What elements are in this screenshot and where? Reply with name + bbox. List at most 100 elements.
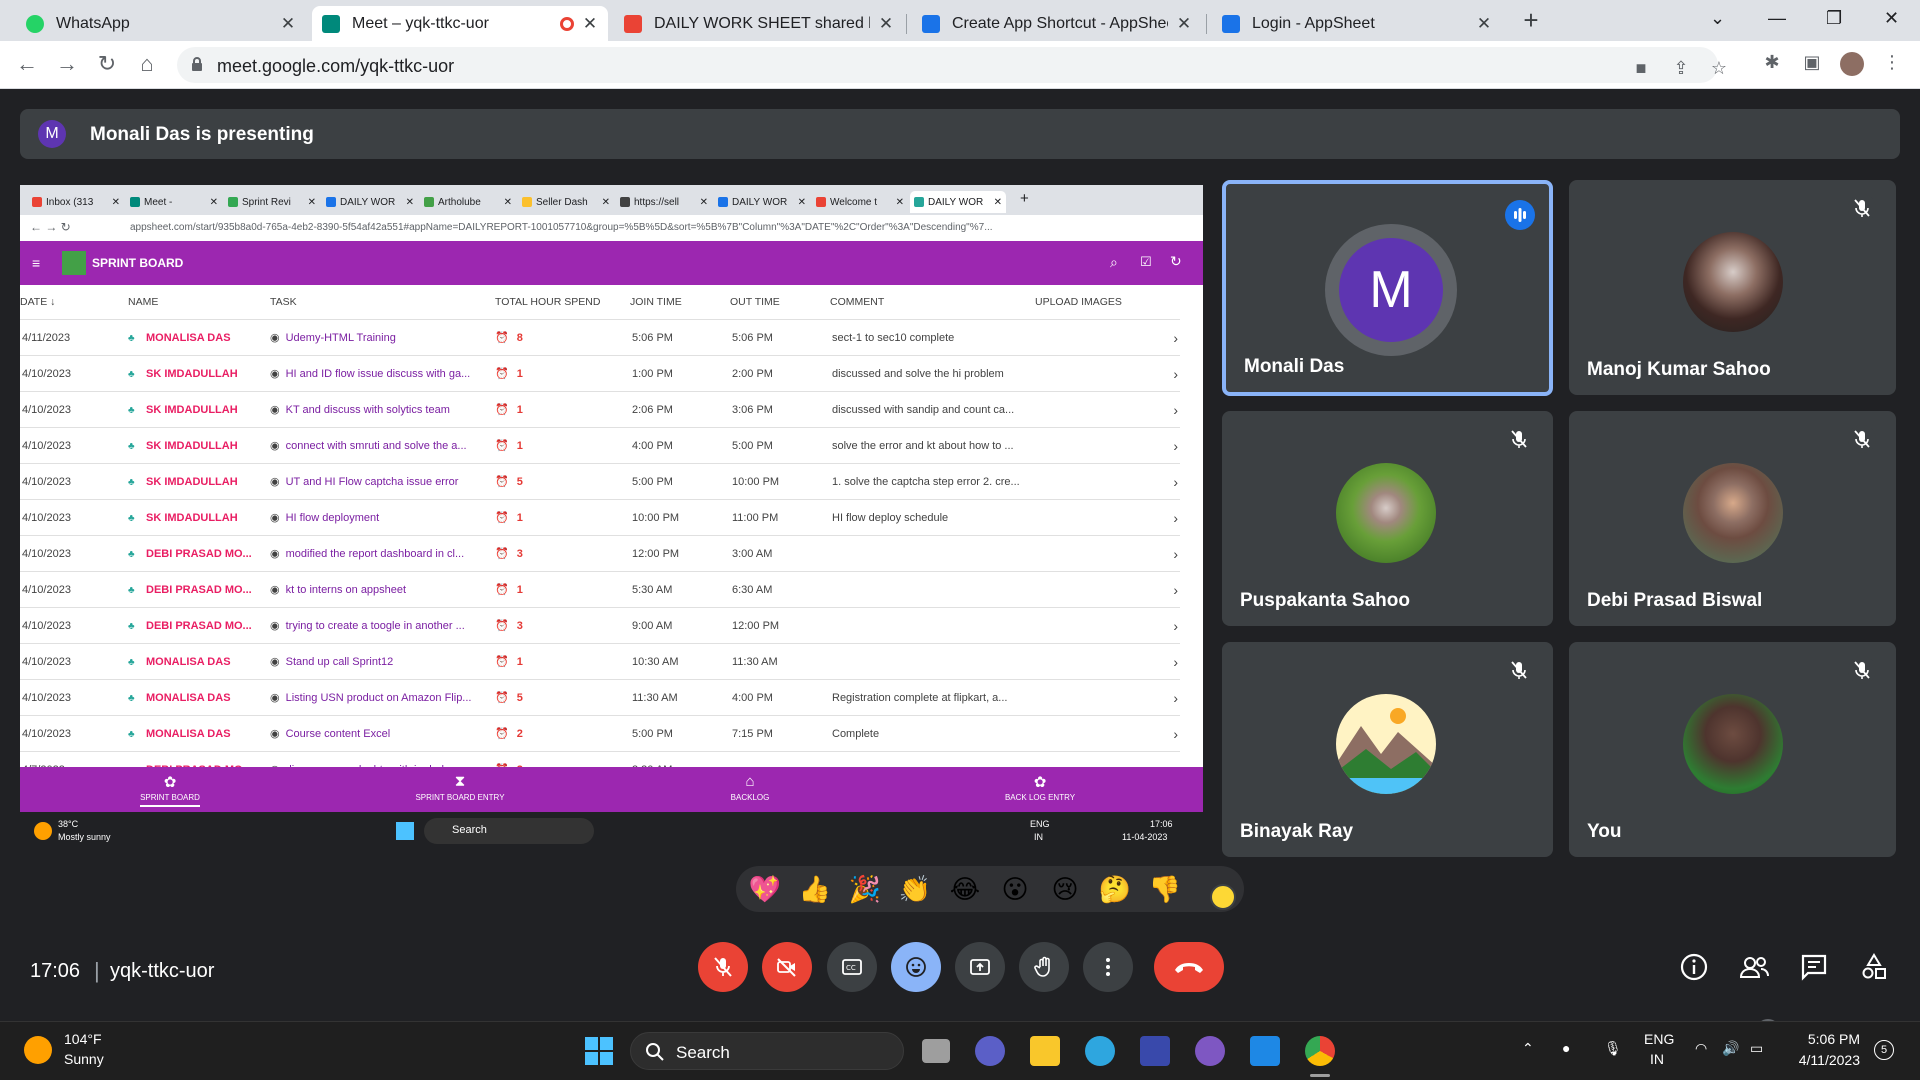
tab-whatsapp[interactable]: WhatsApp ✕: [16, 6, 306, 41]
reaction-emoji[interactable]: 👍: [798, 874, 832, 904]
reaction-emoji[interactable]: 😂: [948, 874, 982, 904]
side-panel-icon[interactable]: ▣: [1800, 52, 1824, 76]
tray-chevron-icon[interactable]: ⌃: [1522, 1040, 1534, 1057]
reload-button[interactable]: ↻: [94, 51, 120, 77]
activities-button[interactable]: [1856, 949, 1892, 985]
participant-tile-monali[interactable]: M Monali Das: [1222, 180, 1553, 396]
home-button[interactable]: ⌂: [134, 51, 160, 77]
volume-icon[interactable]: 🔊: [1722, 1040, 1739, 1057]
task-view-icon[interactable]: [922, 1039, 950, 1063]
tab-login-appsheet[interactable]: Login - AppSheet ✕: [1212, 6, 1502, 41]
app-icon[interactable]: [1140, 1036, 1170, 1066]
mic-off-icon: [1848, 656, 1876, 684]
battery-icon[interactable]: ▭: [1750, 1040, 1763, 1057]
share-icon[interactable]: ⇪: [1669, 58, 1693, 82]
leave-call-button[interactable]: [1154, 942, 1224, 992]
reaction-emoji[interactable]: 🎉: [848, 874, 882, 904]
chevron-right-icon: ›: [1173, 510, 1178, 526]
lang-line2[interactable]: IN: [1650, 1051, 1664, 1067]
participant-tile-binayak[interactable]: Binayak Ray: [1222, 642, 1553, 857]
media-icon[interactable]: [1195, 1036, 1225, 1066]
star-icon[interactable]: ☆: [1707, 58, 1731, 82]
system-date[interactable]: 4/11/2023: [1780, 1052, 1860, 1068]
back-button[interactable]: ←: [14, 51, 40, 77]
minimize-button[interactable]: —: [1768, 8, 1786, 29]
edge-icon[interactable]: [1085, 1036, 1115, 1066]
chevron-right-icon: ›: [1173, 330, 1178, 346]
close-icon[interactable]: ✕: [1176, 14, 1192, 34]
microphone-icon[interactable]: 🎙: [1604, 1040, 1622, 1057]
new-tab-button[interactable]: +: [1516, 6, 1546, 36]
profile-avatar[interactable]: [1840, 52, 1864, 76]
lang-line1[interactable]: ENG: [1644, 1031, 1674, 1047]
people-icon: ♣: [128, 441, 135, 452]
cell-text: 1: [516, 368, 523, 380]
eye-icon: ◉: [270, 620, 280, 632]
tab-create-app-shortcut[interactable]: Create App Shortcut - AppSheet ✕: [912, 6, 1202, 41]
alarm-icon: ⏰: [495, 548, 509, 560]
more-options-button[interactable]: [1083, 942, 1133, 992]
chat-button[interactable]: [1796, 949, 1832, 985]
present-button[interactable]: [955, 942, 1005, 992]
close-icon[interactable]: ✕: [878, 14, 894, 34]
start-button[interactable]: [584, 1036, 614, 1066]
raise-hand-button[interactable]: [1019, 942, 1069, 992]
people-button[interactable]: [1736, 949, 1772, 985]
participant-tile-debi[interactable]: Debi Prasad Biswal: [1569, 411, 1896, 626]
captions-icon: CC: [842, 959, 862, 975]
cell-text: 1. solve the captcha step error 2. cre..…: [832, 476, 1020, 488]
participant-tile-puspakanta[interactable]: Puspakanta Sahoo: [1222, 411, 1553, 626]
tray-app-icon[interactable]: ●: [1562, 1040, 1570, 1056]
close-icon[interactable]: ✕: [280, 14, 296, 34]
meeting-details-button[interactable]: [1676, 949, 1712, 985]
menu-icon[interactable]: ⋮: [1880, 52, 1904, 76]
cell-text: 2:00 PM: [732, 368, 773, 380]
mic-toggle-button[interactable]: [698, 942, 748, 992]
table-row: 4/10/2023 ♣ DEBI PRASAD MO... ◉ kt to intern…: [20, 571, 1180, 607]
wifi-icon[interactable]: ◠: [1695, 1040, 1707, 1057]
cell-join: 5:00 PM: [632, 464, 722, 500]
participant-tile-manoj[interactable]: Manoj Kumar Sahoo: [1569, 180, 1896, 395]
camera-icon[interactable]: ■: [1629, 58, 1653, 82]
people-icon: ♣: [128, 369, 135, 380]
notification-badge[interactable]: 5: [1874, 1040, 1894, 1060]
tab-daily-work-sheet[interactable]: DAILY WORK SHEET shared by m ✕: [614, 6, 904, 41]
tab-search-button[interactable]: ⌄: [1710, 8, 1725, 29]
remote-app-icon[interactable]: [1250, 1036, 1280, 1066]
cell-date: 4/10/2023: [22, 428, 117, 464]
cell-text: 3: [516, 548, 523, 560]
reaction-emoji[interactable]: 😢: [1048, 874, 1082, 904]
captions-button[interactable]: CC: [827, 942, 877, 992]
restore-button[interactable]: ❐: [1826, 8, 1842, 29]
more-vert-icon: [1106, 958, 1110, 976]
close-icon[interactable]: ✕: [1476, 14, 1492, 34]
close-icon[interactable]: ✕: [582, 14, 598, 34]
weather-icon[interactable]: [24, 1036, 52, 1064]
windows-taskbar: 104°F Sunny Search ⌃ ● 🎙 ENG IN ◠ 🔊 ▭ 5:…: [0, 1021, 1920, 1080]
chrome-icon[interactable]: [1305, 1036, 1335, 1066]
forward-button[interactable]: →: [54, 51, 80, 77]
skin-tone-button[interactable]: [1210, 884, 1236, 910]
file-explorer-icon[interactable]: [1030, 1036, 1060, 1066]
reaction-emoji[interactable]: 🤔: [1098, 874, 1132, 904]
system-time[interactable]: 5:06 PM: [1780, 1031, 1860, 1047]
cell-text: MONALISA DAS: [146, 728, 231, 740]
reaction-emoji[interactable]: 💖: [748, 874, 782, 904]
participant-name: Monali Das: [1244, 356, 1345, 377]
tab-title: Create App Shortcut - AppSheet: [952, 14, 1168, 32]
participant-tile-you[interactable]: You: [1569, 642, 1896, 857]
camera-toggle-button[interactable]: [762, 942, 812, 992]
address-bar[interactable]: meet.google.com/yqk-ttkc-uor ■ ⇪ ☆: [177, 47, 1727, 83]
close-window-button[interactable]: ✕: [1884, 8, 1899, 29]
reaction-emoji[interactable]: 👎: [1148, 874, 1182, 904]
extensions-icon[interactable]: ✱: [1760, 52, 1784, 76]
reaction-emoji[interactable]: 😮: [998, 874, 1032, 904]
cell-text: UT and HI Flow captcha issue error: [285, 476, 459, 488]
tab-meet[interactable]: Meet – yqk-ttkc-uor ✕: [312, 6, 608, 41]
teams-icon[interactable]: [975, 1036, 1005, 1066]
reaction-emoji[interactable]: 👏: [898, 874, 932, 904]
shared-tab: Inbox (313 ✕: [28, 191, 124, 213]
reactions-button[interactable]: [891, 942, 941, 992]
taskbar-search[interactable]: Search: [630, 1032, 904, 1070]
cell-hours: ⏰ 3: [495, 536, 555, 572]
